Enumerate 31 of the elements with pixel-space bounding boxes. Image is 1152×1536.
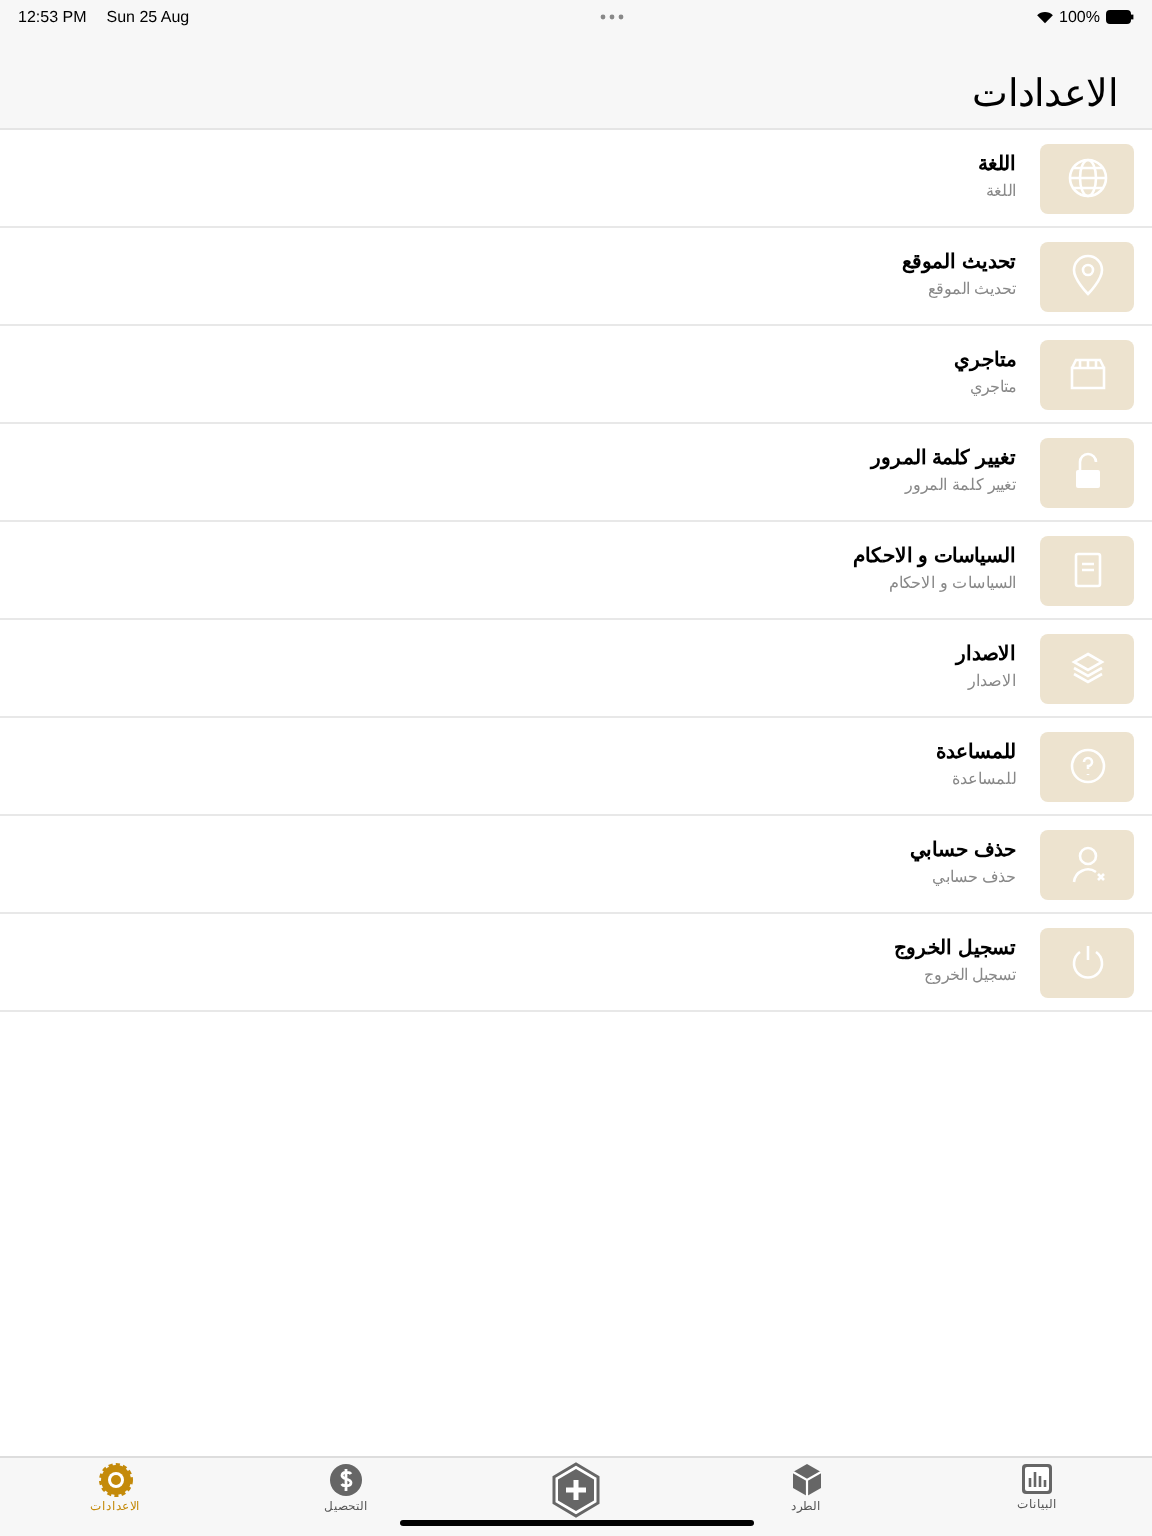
setting-subtitle: الاصدار	[968, 670, 1016, 694]
wifi-icon	[1035, 10, 1054, 24]
dollar-coin-icon	[327, 1462, 364, 1498]
setting-title[interactable]: السياسات و الاحكام	[852, 544, 1016, 572]
setting-subtitle: حذف حسابي	[931, 866, 1016, 890]
setting-title[interactable]: حذف حسابي	[910, 838, 1016, 866]
globe-icon	[1063, 154, 1111, 202]
setting-subtitle: اللغة	[986, 180, 1016, 204]
page-title: الاعدادات	[972, 74, 1118, 116]
setting-title[interactable]: اللغة	[978, 152, 1016, 180]
box-icon	[789, 1462, 824, 1498]
battery-icon	[1106, 10, 1134, 24]
add-hexagon-icon	[549, 1462, 602, 1518]
battery-percent: 100%	[1059, 5, 1100, 29]
setting-title[interactable]: تغيير كلمة المرور	[870, 446, 1016, 474]
setting-subtitle: تحديث الموقع	[927, 278, 1016, 302]
more-dots-icon	[600, 14, 625, 20]
setting-title[interactable]: للمساعدة	[936, 740, 1016, 768]
setting-subtitle: متاجري	[970, 376, 1016, 400]
setting-title[interactable]: متاجري	[954, 348, 1016, 376]
status-date: Sun 25 Aug	[106, 5, 190, 29]
setting-subtitle: للمساعدة	[952, 768, 1016, 792]
gear-icon	[97, 1462, 134, 1498]
setting-title[interactable]: الاصدار	[956, 642, 1016, 670]
setting-title[interactable]: تحديث الموقع	[902, 250, 1016, 278]
bar-chart-icon	[1019, 1462, 1054, 1496]
setting-subtitle: تغيير كلمة المرور	[905, 474, 1016, 498]
setting-subtitle: تسجيل الخروج	[923, 964, 1016, 988]
setting-title[interactable]: تسجيل الخروج	[894, 936, 1016, 964]
status-time: 12:53 PM	[18, 5, 87, 29]
setting-subtitle: السياسات و الاحكام	[889, 572, 1016, 596]
